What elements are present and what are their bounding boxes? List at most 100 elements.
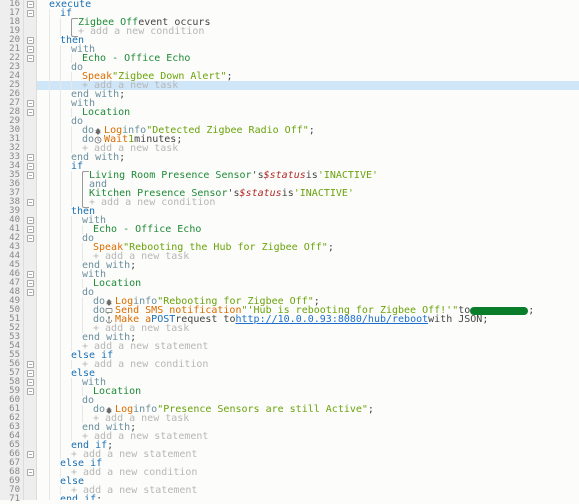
fold-cell[interactable] <box>24 153 36 162</box>
fold-cell[interactable] <box>24 486 36 495</box>
fold-cell[interactable] <box>24 279 36 288</box>
fold-cell[interactable] <box>24 225 36 234</box>
code-line[interactable]: + add a new condition <box>37 198 579 207</box>
fold-toggle-icon[interactable] <box>27 235 34 242</box>
url-reboot[interactable]: http://10.0.0.93:8080/hub/reboot <box>235 315 428 324</box>
fold-toggle-icon[interactable] <box>27 271 34 278</box>
add-condition[interactable]: + add a new condition <box>78 27 204 36</box>
fold-cell[interactable] <box>24 18 36 27</box>
fold-cell[interactable] <box>24 450 36 459</box>
code-line[interactable]: + add a new statement <box>37 342 579 351</box>
kw-if[interactable]: if <box>71 162 83 171</box>
fold-cell[interactable] <box>24 360 36 369</box>
fold-cell[interactable] <box>24 234 36 243</box>
code-line[interactable]: + add a new condition <box>37 360 579 369</box>
fold-cell[interactable] <box>24 144 36 153</box>
device-echo-office[interactable]: Echo - Office Echo <box>93 225 201 234</box>
fold-cell[interactable] <box>24 378 36 387</box>
fold-toggle-icon[interactable] <box>27 172 34 179</box>
fold-toggle-icon[interactable] <box>27 469 34 476</box>
code-line[interactable]: end with; <box>37 261 579 270</box>
fold-cell[interactable] <box>24 342 36 351</box>
fold-cell[interactable] <box>24 351 36 360</box>
fold-cell[interactable] <box>24 90 36 99</box>
code-line[interactable]: Living Room Presence Sensor's $status is… <box>37 171 579 180</box>
fold-cell[interactable] <box>24 117 36 126</box>
code-line[interactable]: end if; <box>37 495 579 500</box>
fold-cell[interactable] <box>24 216 36 225</box>
code-line[interactable]: end with; <box>37 90 579 99</box>
fold-cell[interactable] <box>24 99 36 108</box>
fold-toggle-icon[interactable] <box>27 280 34 287</box>
fold-toggle-icon[interactable] <box>27 37 34 44</box>
fold-toggle-icon[interactable] <box>27 379 34 386</box>
code-line[interactable]: end with; <box>37 153 579 162</box>
code-line[interactable]: execute <box>37 0 579 9</box>
fold-toggle-icon[interactable] <box>27 199 34 206</box>
fold-cell[interactable] <box>24 369 36 378</box>
fold-cell[interactable] <box>24 81 36 90</box>
device-location[interactable]: Location <box>82 108 130 117</box>
device-echo-office[interactable]: Echo - Office Echo <box>82 54 190 63</box>
fold-toggle-icon[interactable] <box>27 217 34 224</box>
fold-cell[interactable] <box>24 162 36 171</box>
fold-cell[interactable] <box>24 405 36 414</box>
fold-cell[interactable] <box>24 459 36 468</box>
code-line[interactable]: Echo - Office Echo <box>37 225 579 234</box>
fold-toggle-icon[interactable] <box>27 226 34 233</box>
fold-toggle-icon[interactable] <box>27 370 34 377</box>
device-location[interactable]: Location <box>93 279 141 288</box>
fold-cell[interactable] <box>24 423 36 432</box>
fold-cell[interactable] <box>24 432 36 441</box>
fold-cell[interactable] <box>24 297 36 306</box>
fold-cell[interactable] <box>24 288 36 297</box>
fold-cell[interactable] <box>24 270 36 279</box>
fold-cell[interactable] <box>24 207 36 216</box>
fold-cell[interactable] <box>24 135 36 144</box>
fold-cell[interactable] <box>24 414 36 423</box>
code-line[interactable]: + add a new statement <box>37 450 579 459</box>
fold-cell[interactable] <box>24 180 36 189</box>
fold-toggle-icon[interactable] <box>27 361 34 368</box>
fold-cell[interactable] <box>24 27 36 36</box>
fold-cell[interactable] <box>24 468 36 477</box>
fold-toggle-icon[interactable] <box>27 388 34 395</box>
code-line[interactable]: then <box>37 207 579 216</box>
kw-if[interactable]: if <box>60 9 72 18</box>
fold-cell[interactable] <box>24 387 36 396</box>
fold-cell[interactable] <box>24 9 36 18</box>
fold-toggle-icon[interactable] <box>27 109 34 116</box>
fold-cell[interactable] <box>24 72 36 81</box>
code-line[interactable]: Location <box>37 387 579 396</box>
fold-cell[interactable] <box>24 126 36 135</box>
fold-toggle-icon[interactable] <box>27 100 34 107</box>
fold-cell[interactable] <box>24 171 36 180</box>
code-line[interactable]: else <box>37 369 579 378</box>
fold-cell[interactable] <box>24 54 36 63</box>
add-condition[interactable]: + add a new condition <box>82 360 208 369</box>
fold-cell[interactable] <box>24 324 36 333</box>
fold-cell[interactable] <box>24 45 36 54</box>
fold-cell[interactable] <box>24 315 36 324</box>
kw-end-if[interactable]: end if <box>60 495 96 500</box>
fold-toggle-icon[interactable] <box>27 289 34 296</box>
fold-toggle-icon[interactable] <box>27 46 34 53</box>
fold-cell[interactable] <box>24 333 36 342</box>
fold-cell[interactable] <box>24 63 36 72</box>
fold-cell[interactable] <box>24 396 36 405</box>
code-line[interactable]: Echo - Office Echo <box>37 54 579 63</box>
fold-cell[interactable] <box>24 0 36 9</box>
add-condition[interactable]: + add a new condition <box>89 198 215 207</box>
fold-cell[interactable] <box>24 441 36 450</box>
fold-cell[interactable] <box>24 198 36 207</box>
add-condition[interactable]: + add a new condition <box>71 468 197 477</box>
device-living-sensor[interactable]: Living Room Presence Sensor <box>89 171 252 180</box>
fold-toggle-icon[interactable] <box>27 1 34 8</box>
fold-cell[interactable] <box>24 306 36 315</box>
fold-cell[interactable] <box>24 108 36 117</box>
fold-cell[interactable] <box>24 477 36 486</box>
code-line[interactable]: + add a new condition <box>37 468 579 477</box>
fold-toggle-icon[interactable] <box>27 154 34 161</box>
code-line[interactable]: Location <box>37 279 579 288</box>
fold-toggle-icon[interactable] <box>27 55 34 62</box>
